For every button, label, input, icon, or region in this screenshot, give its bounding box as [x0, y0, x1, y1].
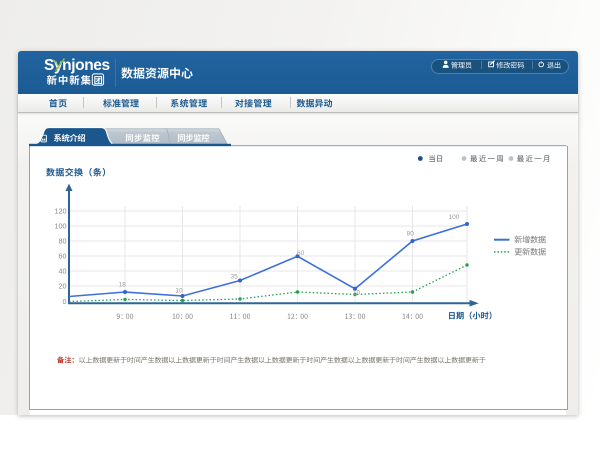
svg-text:80: 80 — [407, 231, 415, 238]
svg-text:60: 60 — [59, 252, 67, 261]
svg-text:60: 60 — [297, 250, 305, 257]
svg-text:10: 10 — [353, 289, 361, 296]
svg-text:35: 35 — [230, 274, 238, 281]
svg-text:10: 10 — [175, 287, 183, 294]
svg-text:100: 100 — [55, 222, 67, 231]
svg-text:20: 20 — [59, 282, 67, 291]
svg-text:120: 120 — [55, 207, 67, 216]
svg-text:100: 100 — [449, 214, 460, 221]
svg-text:0: 0 — [63, 297, 67, 306]
svg-text:Synjones: Synjones — [44, 57, 110, 74]
svg-text:80: 80 — [59, 237, 67, 246]
svg-text:18: 18 — [119, 282, 127, 289]
svg-text:40: 40 — [59, 267, 67, 276]
